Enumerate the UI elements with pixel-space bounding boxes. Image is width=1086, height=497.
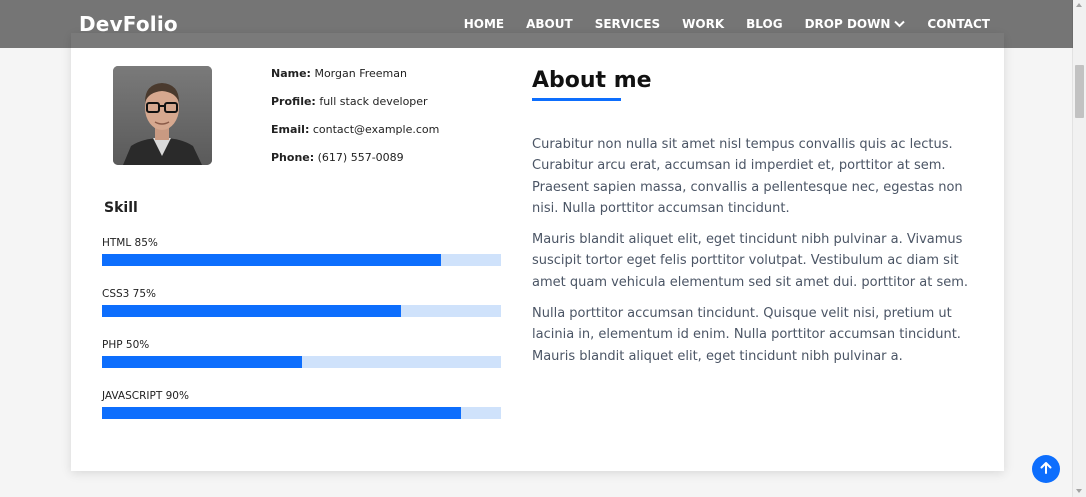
scroll-down-arrow-icon[interactable] <box>1076 489 1082 493</box>
about-paragraph: Curabitur non nulla sit amet nisl tempus… <box>532 137 963 216</box>
skill-label: CSS3 75% <box>102 288 157 300</box>
arrow-up-icon <box>1039 460 1053 479</box>
skill-title: Skill <box>104 200 138 216</box>
about-paragraph: Mauris blandit aliquet elit, eget tincid… <box>532 232 969 290</box>
chevron-down-icon <box>894 17 906 31</box>
profile-photo <box>113 66 212 165</box>
email-value: contact@example.com <box>312 123 440 136</box>
skill-item: JAVASCRIPT 90% <box>102 389 501 440</box>
skill-progress-fill <box>102 254 442 266</box>
about-text: Curabitur non nulla sit amet nisl tempus… <box>532 134 972 377</box>
email-label: Email: <box>271 123 310 136</box>
skill-label: PHP 50% <box>102 339 150 351</box>
skill-item: PHP 50% <box>102 338 501 389</box>
name-label: Name: <box>271 67 311 80</box>
nav-dropdown[interactable]: DROP DOWN <box>805 17 906 31</box>
phone-value: (617) 557-0089 <box>317 151 404 164</box>
nav-services[interactable]: SERVICES <box>595 17 660 31</box>
nav-home[interactable]: HOME <box>464 17 504 31</box>
nav-about[interactable]: ABOUT <box>526 17 573 31</box>
profile-value: full stack developer <box>319 95 428 108</box>
nav-work[interactable]: WORK <box>682 17 724 31</box>
about-title: About me <box>532 68 652 93</box>
profile-phone-row: Phone: (617) 557-0089 <box>271 150 439 178</box>
profile-role-row: Profile: full stack developer <box>271 94 439 122</box>
nav-contact[interactable]: CONTACT <box>927 17 990 31</box>
skill-progress-fill <box>102 356 302 368</box>
profile-label: Profile: <box>271 95 316 108</box>
profile-email-row: Email: contact@example.com <box>271 122 439 150</box>
scroll-up-arrow-icon[interactable] <box>1076 3 1082 7</box>
nav-dropdown-label: DROP DOWN <box>804 17 891 31</box>
profile-name-row: Name: Morgan Freeman <box>271 66 439 94</box>
skill-list: HTML 85% CSS3 75% PHP 50% JAVASCRIPT 90% <box>102 236 501 440</box>
about-paragraph: Nulla porttitor accumsan tincidunt. Quis… <box>532 306 961 364</box>
skill-progress-track <box>102 305 501 317</box>
skill-progress-fill <box>102 305 402 317</box>
navbar: DevFolio HOME ABOUT SERVICES WORK BLOG D… <box>0 0 1073 48</box>
brand-logo[interactable]: DevFolio <box>79 12 178 36</box>
skill-progress-track <box>102 407 501 419</box>
skill-item: HTML 85% <box>102 236 501 287</box>
skill-progress-fill <box>102 407 462 419</box>
title-underline <box>532 98 621 101</box>
scrollbar-thumb[interactable] <box>1075 65 1084 118</box>
profile-info: Name: Morgan Freeman Profile: full stack… <box>271 66 439 178</box>
name-value: Morgan Freeman <box>314 67 407 80</box>
skill-progress-track <box>102 356 501 368</box>
skill-item: CSS3 75% <box>102 287 501 338</box>
skill-label: HTML 85% <box>102 237 158 249</box>
nav-menu: HOME ABOUT SERVICES WORK BLOG DROP DOWN … <box>442 17 990 31</box>
skill-progress-track <box>102 254 501 266</box>
skill-label: JAVASCRIPT 90% <box>102 390 189 402</box>
nav-blog[interactable]: BLOG <box>746 17 782 31</box>
back-to-top-button[interactable] <box>1032 455 1060 483</box>
phone-label: Phone: <box>271 151 315 164</box>
about-card: Name: Morgan Freeman Profile: full stack… <box>71 33 1004 471</box>
page-scrollbar[interactable] <box>1072 0 1086 497</box>
